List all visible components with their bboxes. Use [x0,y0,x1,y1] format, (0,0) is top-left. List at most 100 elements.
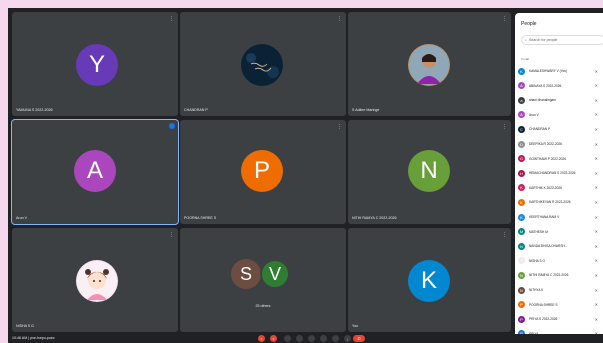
avatar: N [518,242,525,250]
end-call-button[interactable]: ✆ [353,335,365,342]
people-list-item[interactable]: CCHANDRAN P✕⋮ [518,122,603,136]
participant-tile-chandran[interactable]: ⋮ CHANDRAN P [180,12,346,116]
person-name: POORNA SHREE S [529,302,558,307]
emoji-button[interactable] [320,335,327,342]
avatar-photo [408,44,450,86]
mic-muted-icon: ✕ [594,112,598,118]
person-name: NISHA S G [529,258,545,263]
mic-muted-icon: ✕ [594,258,598,264]
participant-name: CHANDRAN P [184,108,208,112]
avatar-image [241,44,283,86]
mic-off-icon: ✕ [260,336,263,341]
people-list-item[interactable]: PPOORNA SHREE S✕⋮ [518,298,603,312]
tile-menu-icon[interactable]: ⋮ [502,16,507,22]
people-list-item[interactable]: AArun V✕⋮ [518,108,603,122]
captions-button[interactable] [284,335,291,342]
people-list-item[interactable]: AABINAYA S 2022-2026✕⋮ [518,79,603,93]
avatar: N [518,257,525,265]
person-name: Arun V [529,112,539,117]
people-list-item[interactable]: KKEERTHANA RAM V✕⋮ [518,210,603,224]
participant-name: NISHA S G [16,324,34,328]
tile-menu-icon[interactable]: ⋮ [169,232,174,238]
tile-menu-icon[interactable]: ⋮ [502,232,507,238]
avatar: M [518,228,525,236]
mic-muted-icon: ✕ [594,156,598,162]
avatar: A [518,82,525,90]
meeting-time-and-code: 10:46 AM | pxe-hwpu-puez [12,336,55,340]
avatar: K [518,184,525,192]
camera-off-button[interactable]: ✕ [270,335,277,342]
person-name: MATHESH M [529,229,548,234]
tile-menu-icon[interactable]: ⋮ [169,16,174,22]
tile-menu-icon[interactable]: ⋮ [502,124,507,130]
participant-name: You [352,324,359,328]
mic-muted-icon: ✕ [594,302,598,308]
search-input[interactable]: ⌕ Search for people [521,35,603,45]
participant-name: YAMUNA S 2022-2026 [16,108,53,112]
participant-tile-yamuna[interactable]: Y ⋮ YAMUNA S 2022-2026 [12,12,178,116]
activities-button[interactable] [332,335,339,342]
people-list-item[interactable]: NNITHYA K✕⋮ [518,283,603,297]
mic-muted-icon: ✕ [594,243,598,249]
avatar: V [260,259,290,289]
participant-tile-arun[interactable]: A Arun V [11,119,179,225]
end-call-icon: ✆ [357,336,361,341]
others-tile[interactable]: S V 25 others [180,228,346,332]
people-list-item[interactable]: MMATHESH M✕⋮ [518,225,603,239]
mic-muted-icon: ✕ [594,185,598,191]
raise-hand-button[interactable] [296,335,303,342]
tile-menu-icon[interactable]: ⋮ [337,124,342,130]
person-name: KEERTHANA RAM V [529,215,560,219]
camera-off-icon: ✕ [272,336,275,341]
people-list-item[interactable]: KKARTHIKEYAN R 2022-2026✕⋮ [518,195,603,209]
present-button[interactable] [308,335,315,342]
chat-button[interactable] [587,335,594,342]
mic-muted-icon: ✕ [594,287,598,293]
bottom-bar: 10:46 AM | pxe-hwpu-puez ✕ ✕ ⋮ ✆ [8,334,603,343]
person-name: PRIYA S 2022-2026 [529,317,558,322]
mic-muted-icon: ✕ [594,316,598,322]
avatar: D [518,140,525,148]
people-list-item[interactable]: KKARTHIK K 2022-2026✕⋮ [518,181,603,195]
people-list-item[interactable]: NNITHI RAMYA C 2022-2026✕⋮ [518,268,603,282]
participant-tile-nithi[interactable]: N ⋮ NITHI RAMYA C 2022-2026 [348,120,511,224]
person-name: KAMALESHWARY V (You) [529,69,568,73]
participant-tile-nisha[interactable]: ⋮ NISHA S G [12,228,178,332]
avatar: Y [76,44,118,86]
people-button[interactable] [574,335,581,342]
avatar: P [518,301,525,309]
participant-tile-aditee[interactable]: ⋮ S Aditee Maringe [348,12,511,116]
participant-name: NITHI RAMYA C 2022-2026 [352,216,397,220]
mic-muted-icon: ✕ [594,229,598,235]
speaking-indicator-icon [169,123,175,129]
people-list-item[interactable]: GGOWTHAMI P 2022-2026✕⋮ [518,152,603,166]
participant-tile-poorna[interactable]: P ⋮ POORNA SHREE S [180,120,346,224]
avatar: C [518,125,525,133]
more-options-button[interactable]: ⋮ [344,335,351,342]
avatar: N [518,286,525,294]
panel-title: People [521,21,537,27]
person-name: HEMACHANDRAN S 2022-2026 [529,171,576,176]
participant-tile-you[interactable]: K ⋮ You [348,228,511,332]
avatar: K [518,198,525,206]
people-list-item[interactable]: PPRIYA S 2022-2026✕⋮ [518,312,603,326]
avatar: P [241,150,283,192]
info-button[interactable] [561,335,568,342]
person-name: NITHYA K [529,288,544,292]
avatar: S [231,259,261,289]
avatar: K [518,213,525,221]
people-list-item[interactable]: KKAMALESHWARY V (You)✕⋮ [518,64,603,78]
mic-muted-icon: ✕ [594,97,598,103]
avatar: N [408,150,450,192]
participant-name: Arun V [16,216,27,220]
mic-muted-icon: ✕ [594,199,598,205]
in-call-label: In call [521,57,529,61]
people-list-item[interactable]: DDEEPIKA R 2022-2026✕⋮ [518,137,603,151]
people-list-item[interactable]: aahani dhanalingam✕⋮ [518,93,603,107]
people-list-item[interactable]: NNANDA DHISA DHARSH...✕⋮ [518,239,603,253]
mic-off-button[interactable]: ✕ [258,335,265,342]
avatar-cartoon [76,260,118,302]
people-list-item[interactable]: NNISHA S G✕⋮ [518,254,603,268]
people-list-item[interactable]: HHEMACHANDRAN S 2022-2026✕⋮ [518,166,603,180]
tile-menu-icon[interactable]: ⋮ [337,16,342,22]
